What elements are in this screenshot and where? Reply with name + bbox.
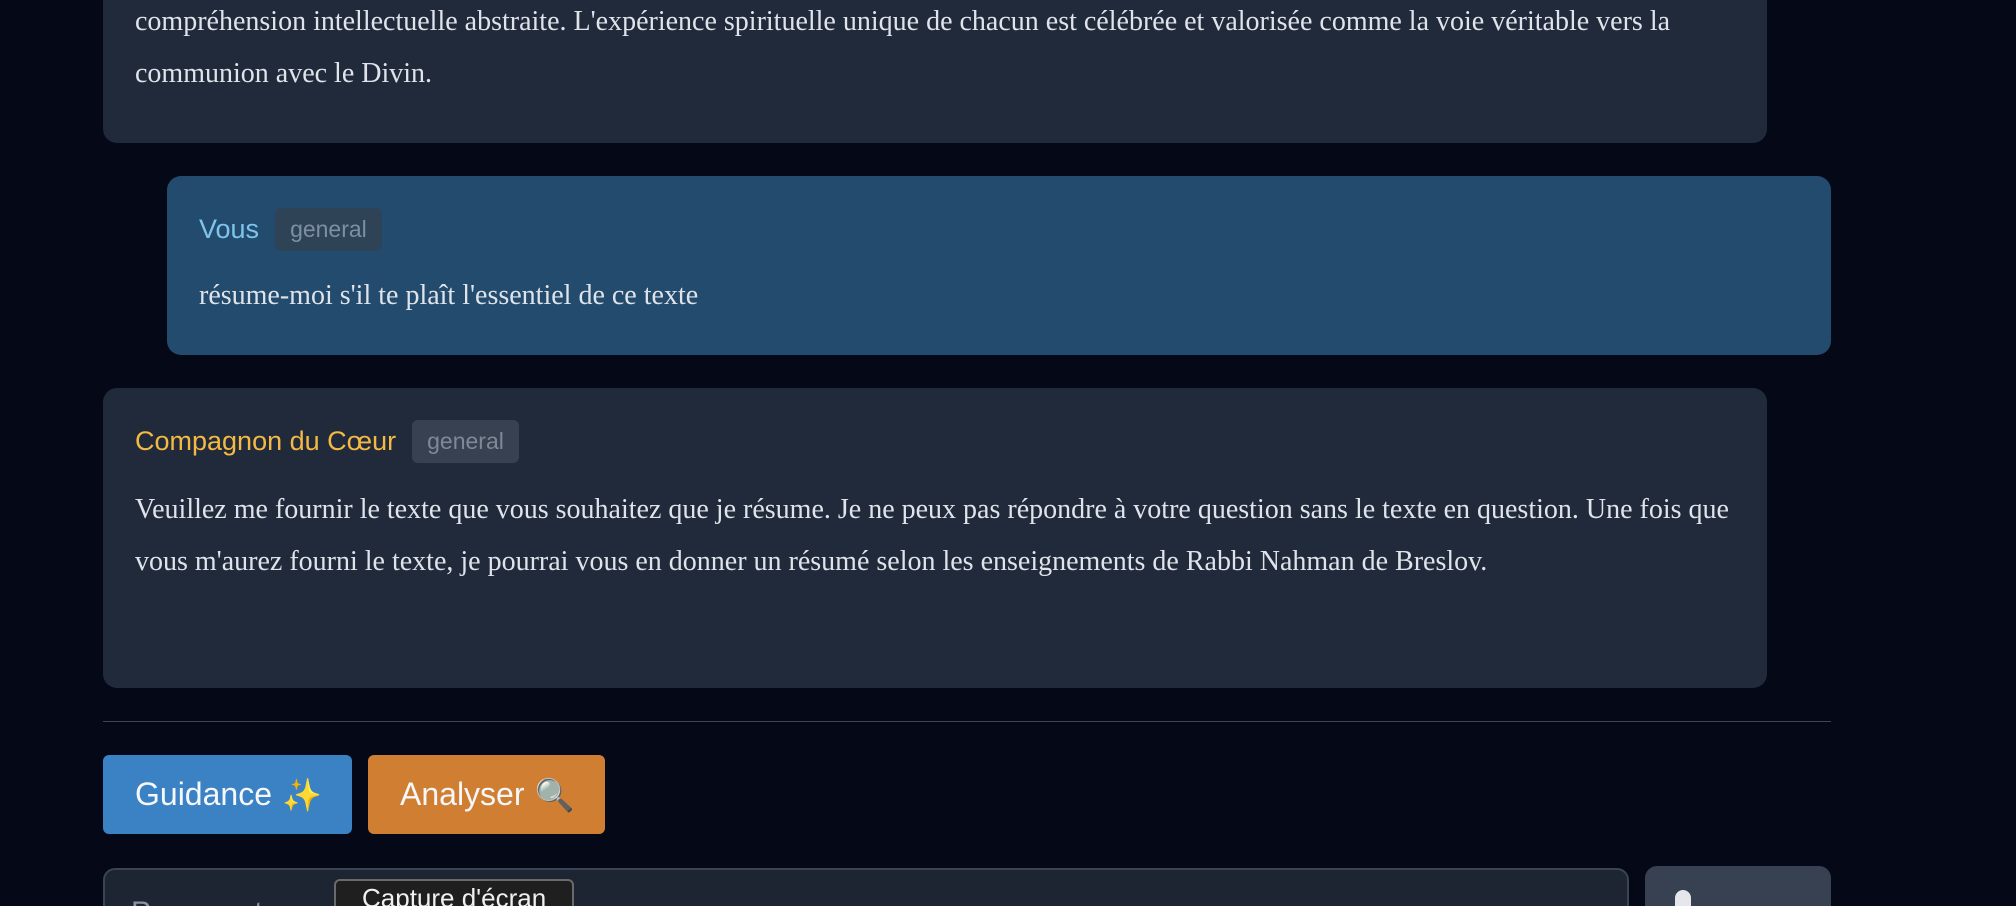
guidance-label: Guidance <box>135 776 272 812</box>
message-text: résume-moi s'il te plaît l'essentiel de … <box>199 280 699 311</box>
screenshot-tooltip: Capture d'écran <box>334 879 575 906</box>
microphone-button[interactable] <box>1645 866 1831 906</box>
input-placeholder: Posez votre <box>131 896 289 906</box>
sparkles-icon: ✨ <box>281 776 322 813</box>
magnifier-icon: 🔍 <box>534 776 575 813</box>
message-input[interactable]: Posez votre <box>103 868 1629 906</box>
analyser-button[interactable]: Analyser 🔍 <box>368 755 605 834</box>
message-header: Vous general <box>199 208 382 251</box>
divider <box>103 721 1831 722</box>
message-header: Compagnon du Cœur general <box>135 420 519 463</box>
category-tag: general <box>412 420 519 463</box>
user-message-card: Vous general résume-moi s'il te plaît l'… <box>167 176 1831 355</box>
message-text: Veuillez me fournir le texte que vous so… <box>135 494 1729 577</box>
analyser-label: Analyser <box>400 776 525 812</box>
author-name: Compagnon du Cœur <box>135 426 397 456</box>
assistant-message-card: compréhension intellectuelle abstraite. … <box>103 0 1767 143</box>
microphone-icon <box>1675 890 1691 906</box>
author-name: Vous <box>199 214 260 244</box>
guidance-button[interactable]: Guidance ✨ <box>103 755 352 834</box>
category-tag: general <box>275 208 382 251</box>
assistant-message-card: Compagnon du Cœur general Veuillez me fo… <box>103 388 1767 688</box>
message-text: compréhension intellectuelle abstraite. … <box>135 6 1671 89</box>
